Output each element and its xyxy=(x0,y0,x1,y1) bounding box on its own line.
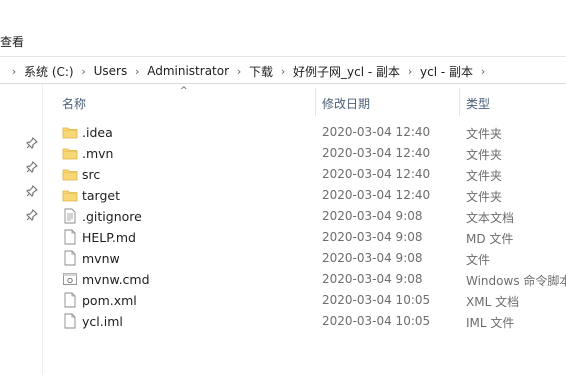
file-name: ycl.iml xyxy=(82,314,123,329)
file-type: 文件夹 xyxy=(466,190,503,204)
column-header-type[interactable]: 类型 xyxy=(466,95,490,112)
file-modified-date: 2020-03-04 12:40 xyxy=(322,167,431,181)
file-name: mvnw xyxy=(82,251,120,266)
list-item[interactable]: HELP.md 2020-03-04 9:08 MD 文件 xyxy=(42,227,566,248)
file-icon xyxy=(62,229,78,245)
pin-icon[interactable] xyxy=(26,161,38,173)
breadcrumb-item-drive[interactable]: 系统 (C:) xyxy=(22,63,76,80)
file-name: .idea xyxy=(82,125,113,140)
file-name: target xyxy=(82,188,121,203)
breadcrumb-item-administrator[interactable]: Administrator xyxy=(145,64,231,78)
file-type: 文件 xyxy=(466,253,491,267)
list-item[interactable]: pom.xml 2020-03-04 10:05 XML 文档 xyxy=(42,290,566,311)
chevron-right-icon[interactable]: › xyxy=(275,65,291,78)
file-name: src xyxy=(82,167,101,182)
file-type: 文本文档 xyxy=(466,211,515,225)
list-item[interactable]: src 2020-03-04 12:40 文件夹 xyxy=(42,164,566,185)
script-file-icon xyxy=(62,271,78,287)
text-file-icon xyxy=(62,208,78,224)
file-type: 文件夹 xyxy=(466,148,503,162)
file-icon xyxy=(62,250,78,266)
file-icon xyxy=(62,292,78,308)
sort-ascending-icon: ^ xyxy=(180,86,188,96)
breadcrumb-item-parent-folder[interactable]: 好例子网_ycl - 副本 xyxy=(291,63,402,80)
file-modified-date: 2020-03-04 12:40 xyxy=(322,146,431,160)
list-item[interactable]: .gitignore 2020-03-04 9:08 文本文档 xyxy=(42,206,566,227)
chevron-right-icon[interactable]: › xyxy=(231,65,247,78)
list-item[interactable]: mvnw 2020-03-04 9:08 文件 xyxy=(42,248,566,269)
file-type: 文件夹 xyxy=(466,169,503,183)
pin-icon[interactable] xyxy=(26,209,38,221)
file-modified-date: 2020-03-04 10:05 xyxy=(322,293,431,307)
list-item[interactable]: target 2020-03-04 12:40 文件夹 xyxy=(42,185,566,206)
column-header-name[interactable]: 名称 xyxy=(62,95,86,112)
folder-icon xyxy=(62,124,78,140)
file-modified-date: 2020-03-04 9:08 xyxy=(322,272,423,286)
pin-icon[interactable] xyxy=(26,137,38,149)
breadcrumb-item-current-folder[interactable]: ycl - 副本 xyxy=(418,63,475,80)
pin-icon[interactable] xyxy=(26,185,38,197)
file-type: Windows 命令脚本 xyxy=(466,274,566,288)
folder-icon xyxy=(62,166,78,182)
list-item[interactable]: mvnw.cmd 2020-03-04 9:08 Windows 命令脚本 xyxy=(42,269,566,290)
file-type: IML 文件 xyxy=(466,316,515,330)
file-modified-date: 2020-03-04 10:05 xyxy=(322,314,431,328)
file-modified-date: 2020-03-04 9:08 xyxy=(322,209,423,223)
list-item[interactable]: .mvn 2020-03-04 12:40 文件夹 xyxy=(42,143,566,164)
file-modified-date: 2020-03-04 9:08 xyxy=(322,230,423,244)
file-modified-date: 2020-03-04 12:40 xyxy=(322,188,431,202)
column-divider[interactable] xyxy=(315,88,316,116)
file-icon xyxy=(62,313,78,329)
file-name: .gitignore xyxy=(82,209,142,224)
breadcrumb: › 系统 (C:) › Users › Administrator › 下载 ›… xyxy=(0,63,491,79)
folder-icon xyxy=(62,145,78,161)
chevron-right-icon[interactable]: › xyxy=(402,65,418,78)
folder-icon xyxy=(62,187,78,203)
ribbon: 查看 xyxy=(0,0,566,57)
file-name: mvnw.cmd xyxy=(82,272,150,287)
file-modified-date: 2020-03-04 9:08 xyxy=(322,251,423,265)
file-name: HELP.md xyxy=(82,230,136,245)
file-type: MD 文件 xyxy=(466,232,514,246)
ribbon-tab-view[interactable]: 查看 xyxy=(0,33,24,50)
file-type: 文件夹 xyxy=(466,127,503,141)
column-header-date[interactable]: 修改日期 xyxy=(322,95,370,112)
column-divider[interactable] xyxy=(459,88,460,116)
column-header-row: ^ 名称 修改日期 类型 xyxy=(42,84,566,120)
navigation-pane xyxy=(0,84,43,375)
list-item[interactable]: ycl.iml 2020-03-04 10:05 IML 文件 xyxy=(42,311,566,332)
file-name: pom.xml xyxy=(82,293,137,308)
chevron-right-icon[interactable]: › xyxy=(129,65,145,78)
breadcrumb-item-users[interactable]: Users xyxy=(92,64,130,78)
address-bar[interactable]: › 系统 (C:) › Users › Administrator › 下载 ›… xyxy=(0,57,566,84)
chevron-right-icon[interactable]: › xyxy=(76,65,92,78)
file-name: .mvn xyxy=(82,146,114,161)
chevron-right-icon[interactable]: › xyxy=(475,65,491,78)
breadcrumb-item-downloads[interactable]: 下载 xyxy=(247,63,275,80)
file-modified-date: 2020-03-04 12:40 xyxy=(322,125,431,139)
file-type: XML 文档 xyxy=(466,295,520,309)
list-item[interactable]: .idea 2020-03-04 12:40 文件夹 xyxy=(42,122,566,143)
chevron-right-icon[interactable]: › xyxy=(6,65,22,78)
